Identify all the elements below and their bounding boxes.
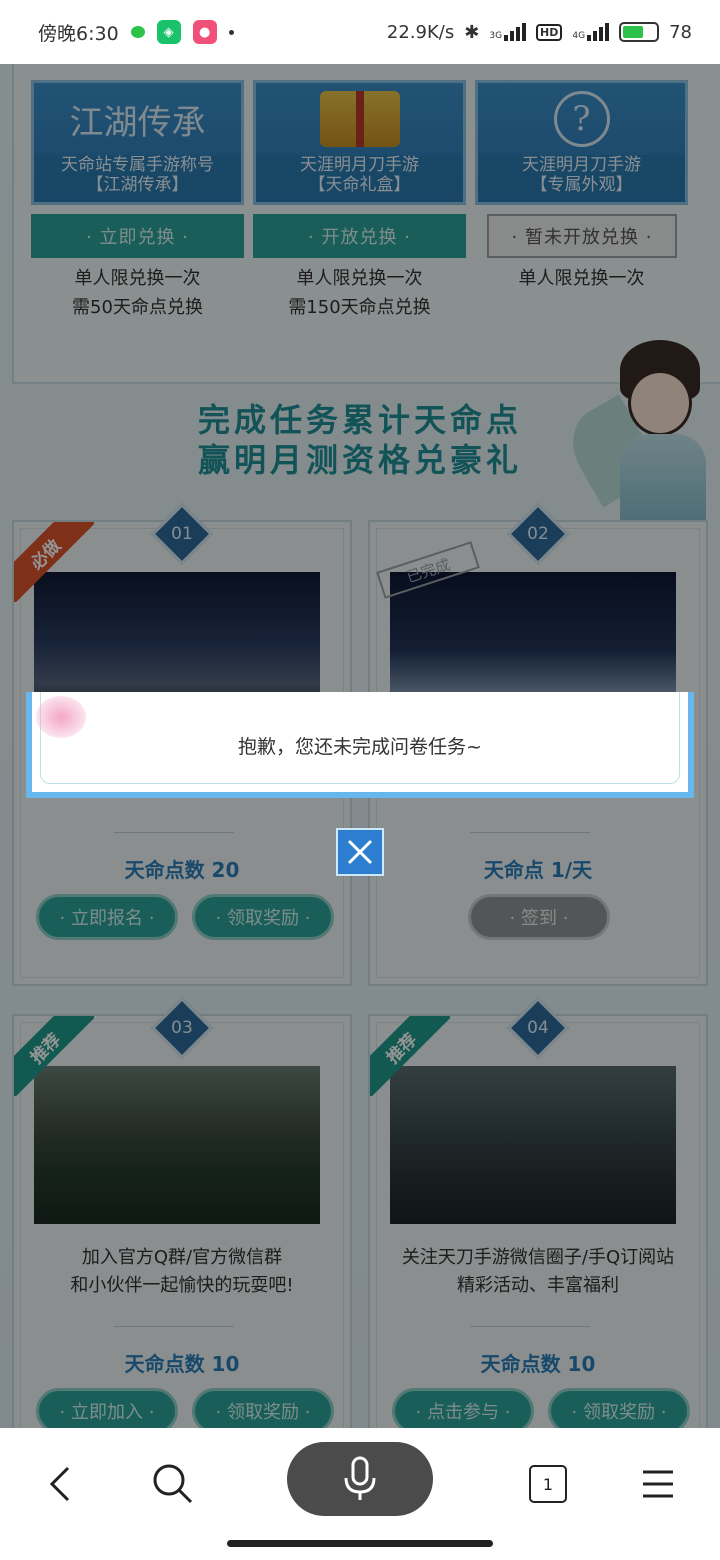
- signal-label: 3G: [489, 31, 503, 41]
- signal-icon-2: 4G: [572, 23, 610, 41]
- bluetooth-icon: ✱: [464, 21, 480, 43]
- menu-icon: [643, 1470, 673, 1498]
- hd-icon: HD: [536, 23, 563, 41]
- browser-toolbar: 1: [0, 1428, 720, 1560]
- close-button[interactable]: [336, 828, 384, 876]
- tabs-button[interactable]: 1: [518, 1454, 578, 1514]
- shield-app-icon: ◈: [156, 20, 181, 44]
- close-icon: [347, 839, 373, 865]
- pig-app-icon: ●: [192, 20, 217, 44]
- alert-dialog: 抱歉，您还未完成问卷任务~: [26, 692, 694, 798]
- tabs-count: 1: [542, 1474, 554, 1494]
- signal-label-2: 4G: [572, 31, 586, 41]
- status-bar: 傍晚6:30 ◈ ● 22.9K/s ✱ 3G HD 4G 78: [0, 0, 720, 64]
- microphone-icon: [344, 1456, 376, 1500]
- menu-button[interactable]: [628, 1454, 688, 1514]
- signal-icon: 3G: [489, 23, 527, 41]
- status-time: 傍晚6:30: [38, 22, 119, 45]
- net-speed: 22.9K/s: [386, 21, 455, 43]
- search-icon: [153, 1464, 193, 1504]
- home-indicator[interactable]: [227, 1540, 493, 1547]
- back-arrow-icon: [49, 1466, 70, 1502]
- back-button[interactable]: [30, 1454, 90, 1514]
- dot-icon: [228, 29, 234, 35]
- voice-search-button[interactable]: [287, 1442, 433, 1516]
- battery-level: 78: [669, 21, 692, 43]
- battery-icon: [619, 22, 660, 42]
- alert-message: 抱歉，您还未完成问卷任务~: [238, 736, 482, 758]
- wechat-icon: [130, 26, 145, 38]
- search-button[interactable]: [143, 1454, 203, 1514]
- tabs-icon: 1: [529, 1465, 567, 1503]
